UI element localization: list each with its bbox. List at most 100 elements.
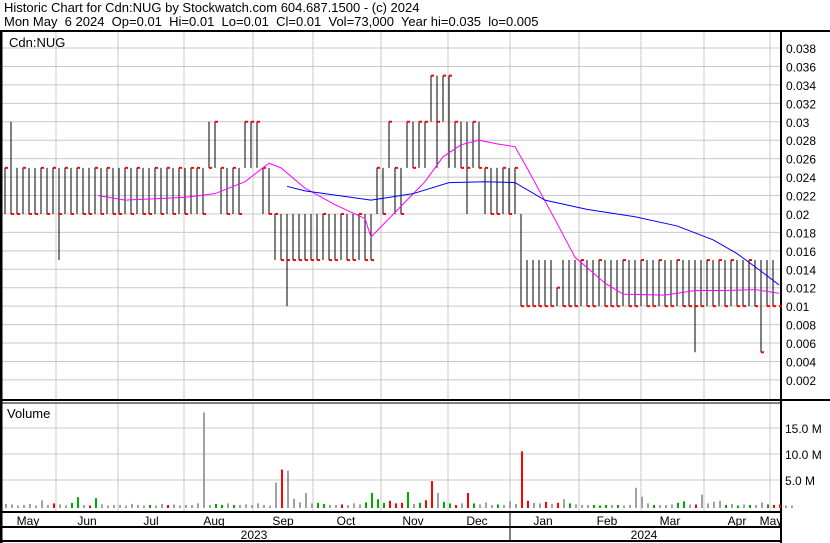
price-tick-label: 0.038 (786, 42, 816, 56)
price-tick-label: 0.036 (786, 60, 816, 74)
volume-bar (473, 503, 475, 508)
volume-bar (767, 504, 769, 508)
price-tick-label: 0.006 (786, 337, 816, 351)
volume-bar (785, 505, 787, 508)
volume-bar (371, 493, 373, 508)
volume-bar (761, 502, 763, 508)
volume-bar (455, 504, 457, 508)
volume-bar (41, 500, 43, 508)
volume-bar (443, 501, 445, 508)
volume-bar (521, 451, 523, 508)
volume-bar (77, 497, 79, 508)
volume-bar (623, 505, 625, 508)
price-tick-label: 0.014 (786, 263, 816, 277)
volume-bar (149, 504, 151, 508)
volume-bar (545, 501, 547, 508)
volume-bar (791, 505, 793, 508)
volume-bar (743, 504, 745, 508)
volume-bar (497, 504, 499, 508)
volume-bar (263, 504, 265, 508)
volume-bar (689, 504, 691, 508)
volume-bar (575, 504, 577, 508)
volume-bar (671, 504, 673, 508)
volume-bar (359, 504, 361, 508)
volume-bar (89, 505, 91, 508)
month-label: Dec (466, 514, 487, 528)
volume-bar (299, 502, 301, 508)
volume-bar (143, 505, 145, 508)
month-label: Feb (597, 514, 618, 528)
volume-bar (269, 505, 271, 508)
price-tick-label: 0.008 (786, 319, 816, 333)
volume-bar (245, 504, 247, 508)
volume-bar (305, 493, 307, 508)
volume-bar (593, 504, 595, 508)
stock-chart-page: Historic Chart for Cdn:NUG by Stockwatch… (0, 0, 830, 543)
price-tick-label: 0.016 (786, 245, 816, 259)
month-label: Jul (143, 514, 158, 528)
volume-bar (101, 504, 103, 508)
volume-bar (341, 504, 343, 508)
price-tick-label: 0.012 (786, 282, 816, 296)
month-label: Apr (728, 514, 747, 528)
volume-bar (629, 504, 631, 508)
volume-bar (407, 491, 409, 508)
volume-bar (257, 503, 259, 508)
price-tick-label: 0.018 (786, 226, 816, 240)
volume-bar (437, 493, 439, 508)
volume-bar (749, 504, 751, 508)
volume-bar (95, 498, 97, 508)
volume-bar (779, 504, 781, 508)
volume-bar (281, 469, 283, 508)
volume-bar (155, 505, 157, 508)
month-label: May (760, 514, 783, 528)
volume-bar (659, 504, 661, 508)
volume-bar (179, 505, 181, 508)
volume-bar (17, 505, 19, 508)
volume-bar (419, 502, 421, 508)
volume-bar (533, 502, 535, 508)
volume-bar (563, 499, 565, 508)
volume-bar (323, 503, 325, 508)
price-volume-chart: Cdn:NUG Volume 0.038 0.036 0.034 0.032 0.03 0… (0, 30, 830, 543)
volume-bar (353, 503, 355, 508)
volume-bar (773, 504, 775, 508)
volume-bar (215, 503, 217, 508)
symbol-label: Cdn:NUG (9, 35, 65, 50)
year-label: 2023 (241, 528, 268, 542)
volume-bar (161, 503, 163, 508)
grid (2, 32, 780, 511)
volume-bar (617, 504, 619, 508)
volume-bar (239, 504, 241, 508)
volume-bar (311, 503, 313, 508)
volume-tick-label: 10.0 M (785, 448, 822, 462)
price-tick-label: 0.02 (786, 208, 810, 222)
volume-bar (383, 502, 385, 508)
chart-frame (0, 30, 830, 543)
volume-bar (233, 504, 235, 508)
price-tick-label: 0.002 (786, 374, 816, 388)
volume-bar (713, 501, 715, 508)
price-tick-label: 0.004 (786, 355, 816, 369)
price-tick-label: 0.026 (786, 153, 816, 167)
volume-bar (275, 482, 277, 508)
volume-bar (467, 493, 469, 508)
volume-bar (503, 504, 505, 508)
price-tick-label: 0.01 (786, 300, 810, 314)
volume-bar (335, 504, 337, 508)
price-tick-label: 0.024 (786, 171, 816, 185)
volume-bar (173, 504, 175, 508)
volume-bar (647, 503, 649, 508)
volume-bar (731, 503, 733, 508)
volume-bar (635, 487, 637, 508)
volume-bar (413, 503, 415, 508)
volume-bar (365, 502, 367, 508)
volume-bar (725, 504, 727, 508)
volume-bar (227, 503, 229, 508)
volume-bar (119, 504, 121, 508)
volume-bar (191, 504, 193, 508)
volume-bar (389, 500, 391, 508)
volume-bar (185, 504, 187, 508)
volume-bar (65, 505, 67, 508)
volume-bar (641, 496, 643, 508)
